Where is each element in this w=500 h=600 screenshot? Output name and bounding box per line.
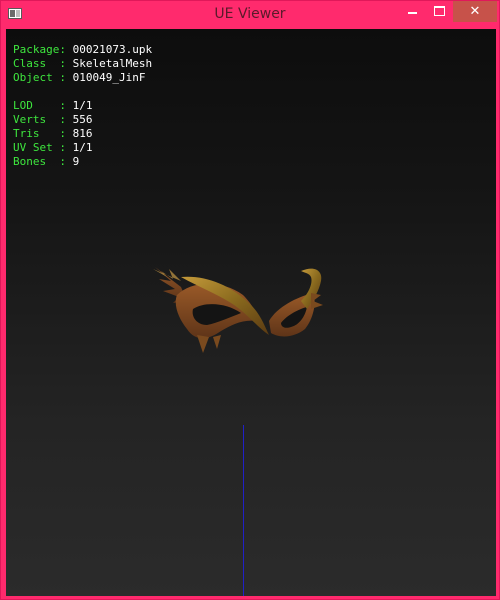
class-value: SkeletalMesh: [72, 57, 153, 70]
close-button[interactable]: ✕: [453, 1, 497, 22]
package-label: Package:: [13, 43, 73, 56]
uvset-value: 1/1: [72, 141, 93, 154]
mask-mesh-model[interactable]: [151, 257, 326, 357]
object-value: 010049_JinF: [72, 71, 146, 84]
app-window: UE Viewer ✕ Package: 00021073.upk Class …: [0, 0, 500, 600]
maximize-icon: [434, 6, 445, 16]
info-row-uvset: UV Set : 1/1: [13, 141, 152, 155]
minimize-button[interactable]: [399, 1, 426, 22]
minimize-icon: [408, 12, 417, 14]
info-row-class: Class : SkeletalMesh: [13, 57, 152, 71]
lod-label: LOD :: [13, 99, 73, 112]
title-bar[interactable]: UE Viewer ✕: [1, 1, 499, 28]
close-icon: ✕: [469, 4, 481, 19]
z-axis-line: [243, 425, 244, 596]
uvset-label: UV Set :: [13, 141, 73, 154]
info-row-bones: Bones : 9: [13, 155, 152, 169]
verts-value: 556: [72, 113, 93, 126]
info-row-package: Package: 00021073.upk: [13, 43, 152, 57]
info-row-tris: Tris : 816: [13, 127, 152, 141]
3d-viewport[interactable]: Package: 00021073.upk Class : SkeletalMe…: [6, 29, 496, 596]
tris-value: 816: [72, 127, 93, 140]
object-label: Object :: [13, 71, 73, 84]
mesh-info-overlay: Package: 00021073.upk Class : SkeletalMe…: [13, 43, 152, 169]
tris-label: Tris :: [13, 127, 73, 140]
bones-value: 9: [72, 155, 80, 168]
info-row-object: Object : 010049_JinF: [13, 71, 152, 85]
info-row-verts: Verts : 556: [13, 113, 152, 127]
verts-label: Verts :: [13, 113, 73, 126]
class-label: Class :: [13, 57, 73, 70]
lod-value: 1/1: [72, 99, 93, 112]
info-row-lod: LOD : 1/1: [13, 99, 152, 113]
package-value: 00021073.upk: [72, 43, 153, 56]
bones-label: Bones :: [13, 155, 73, 168]
maximize-button[interactable]: [426, 1, 453, 22]
